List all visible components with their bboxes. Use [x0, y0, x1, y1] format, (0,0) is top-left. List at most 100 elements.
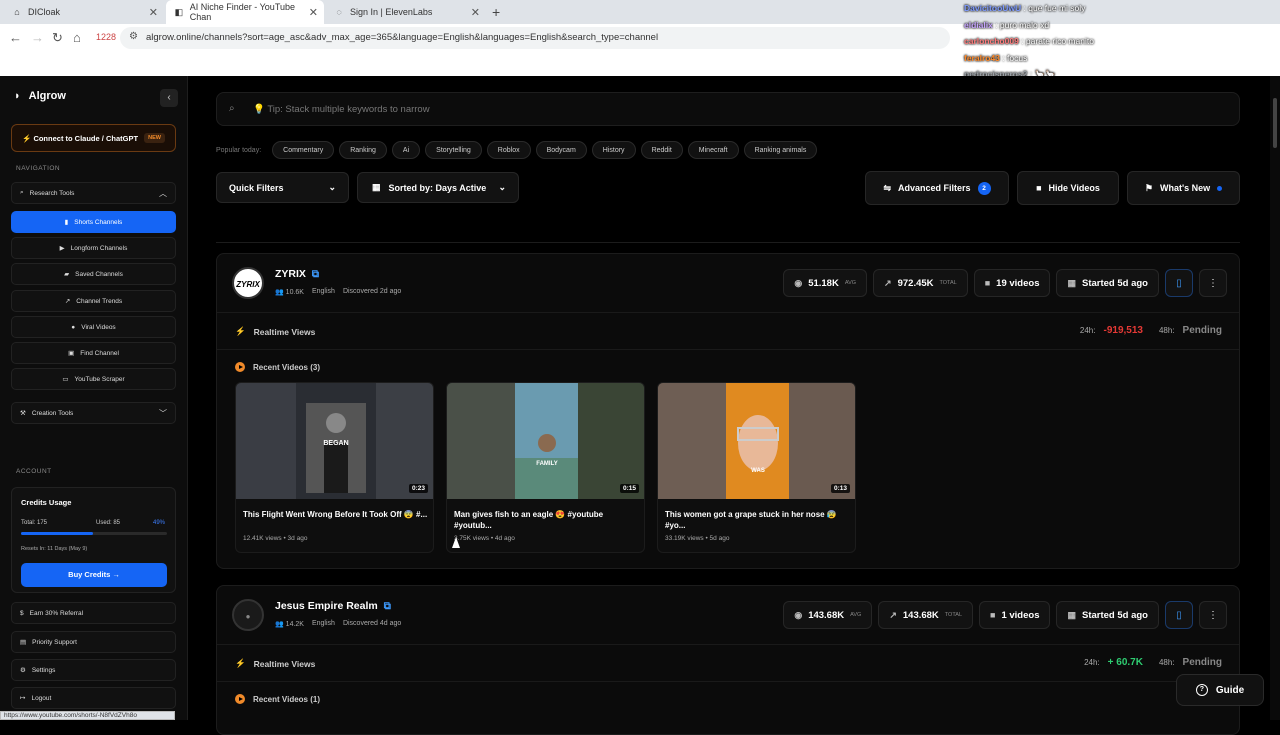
brand-logo[interactable]: ◗ Algrow — [14, 90, 66, 102]
popular-tags: Popular today: Commentary Ranking Ai Storyt… — [216, 141, 818, 159]
video-meta: 12.41K views • 3d ago — [243, 535, 308, 542]
plug-icon: ⚡ — [22, 134, 32, 143]
external-link-icon[interactable]: ⧉ — [384, 601, 391, 612]
credits-used: Used: 85 — [96, 520, 121, 526]
logout-button[interactable]: ↦ Logout — [11, 687, 176, 709]
tab-ai-niche-finder[interactable]: ◧ AI Niche Finder - YouTube Chan ✕ — [166, 0, 324, 24]
video-card[interactable]: WAS 0:13 This women got a grape stuck in… — [657, 382, 856, 553]
quick-filters-dropdown[interactable]: Quick Filters ⌄ — [216, 172, 349, 203]
external-link-icon[interactable]: ⧉ — [312, 269, 319, 280]
popular-tag-chip[interactable]: Ranking — [339, 141, 387, 159]
chat-user: carloncho009 — [964, 36, 1019, 46]
sidebar-item-label: Saved Channels — [75, 270, 123, 278]
logout-icon: ↦ — [20, 695, 26, 702]
recent-videos-header: Recent Videos (1) — [235, 694, 320, 704]
chat-message: eldialix : puro malo xd — [960, 17, 1280, 34]
channel-avatar[interactable]: ● — [232, 599, 264, 631]
total-label: TOTAL — [939, 280, 957, 286]
avg-views-stat: ◉ 51.18K AVG — [783, 269, 868, 297]
close-icon[interactable]: ✕ — [149, 6, 158, 19]
sidebar-item-shorts-channels[interactable]: ▮ Shorts Channels — [11, 211, 176, 233]
scrollbar-thumb[interactable] — [1273, 98, 1277, 148]
h48-label: 48h: — [1158, 326, 1175, 335]
h24-label: 24h: — [1079, 326, 1096, 335]
started-date: Started 5d ago — [1082, 277, 1148, 289]
sidebar-item-channel-trends[interactable]: ↗ Channel Trends — [11, 290, 176, 312]
popular-tag-chip[interactable]: Storytelling — [425, 141, 482, 159]
popular-tag-chip[interactable]: Ai — [391, 141, 421, 159]
sidebar-item-find-channel[interactable]: ▣ Find Channel — [11, 342, 176, 364]
home-icon[interactable]: ⌂ — [73, 30, 81, 45]
popular-tag-chip[interactable]: Roblox — [486, 141, 531, 159]
channel-avatar[interactable]: ZYRIX — [232, 267, 264, 299]
sort-dropdown[interactable]: ▦ Sorted by: Days Active ⌄ — [357, 172, 519, 203]
more-options-button[interactable]: ⋮ — [1199, 269, 1227, 297]
tv-icon: ▣ — [68, 350, 75, 357]
total-views: 972.45K — [897, 277, 934, 289]
sidebar-item-viral-videos[interactable]: ● Viral Videos — [11, 316, 176, 338]
popular-tag-chip[interactable]: Reddit — [640, 141, 683, 159]
discovered-date: Discovered 4d ago — [342, 620, 402, 627]
svg-text:WAS: WAS — [751, 468, 765, 474]
close-icon[interactable]: ✕ — [471, 6, 480, 19]
sidebar-item-longform-channels[interactable]: ▶ Longform Channels — [11, 237, 176, 259]
video-icon: ■ — [990, 610, 996, 620]
video-card[interactable]: FAMILY 0:15 Man gives fish to an eagle 😍… — [446, 382, 645, 553]
chat-text: : focus — [1002, 52, 1028, 63]
bookmark-button[interactable]: ▯ — [1165, 601, 1193, 629]
channel-card: ZYRIX ZYRIX ⧉ 👥 10.6K English Discovered… — [216, 253, 1240, 569]
bookmark-icon: ▯ — [1176, 609, 1182, 621]
popular-tag-chip[interactable]: Minecraft — [687, 141, 739, 159]
scrollbar[interactable] — [1270, 76, 1280, 720]
collapse-sidebar-button[interactable]: ‹ — [160, 89, 178, 107]
research-tools-toggle[interactable]: ⌕ Research Tools ︿ — [11, 182, 176, 204]
total-label: TOTAL — [944, 612, 963, 618]
tab-dicloak[interactable]: ⌂ DICloak ✕ — [4, 0, 164, 24]
credits-title: Credits Usage — [21, 498, 72, 507]
more-options-button[interactable]: ⋮ — [1199, 601, 1227, 629]
video-icon: ▶ — [59, 245, 65, 252]
advanced-filters-button[interactable]: ⇋ Advanced Filters 2 — [865, 171, 1009, 205]
flag-icon: ⚑ — [1144, 182, 1153, 193]
site-info-icon[interactable]: ⚙ — [129, 31, 138, 42]
connect-ai-button[interactable]: ⚡ Connect to Claude / ChatGPT NEW — [11, 124, 176, 152]
sidebar-item-label: YouTube Scraper — [74, 375, 125, 383]
whats-new-button[interactable]: ⚑ What's New — [1127, 171, 1240, 205]
account-label: ACCOUNT — [16, 468, 52, 475]
hide-videos-button[interactable]: ■ Hide Videos — [1017, 171, 1119, 205]
back-icon[interactable]: ← — [9, 30, 22, 45]
earn-referral-button[interactable]: $ Earn 30% Referral — [11, 602, 176, 624]
search-placeholder: Tip: Stack multiple keywords to narrow — [267, 104, 430, 115]
search-input[interactable]: ⌕ 💡 Tip: Stack multiple keywords to narr… — [216, 92, 1240, 126]
divider — [216, 242, 1240, 243]
filter-count-badge: 2 — [977, 181, 991, 195]
popular-tag-chip[interactable]: Ranking animals — [743, 141, 818, 159]
address-bar[interactable]: ⚙ algrow.online/channels?sort=age_asc&ad… — [120, 27, 950, 49]
bookmark-button[interactable]: ▯ — [1165, 269, 1193, 297]
creation-tools-toggle[interactable]: ⚒ Creation Tools ﹀ — [11, 402, 176, 424]
popular-tag-chip[interactable]: Commentary — [272, 141, 335, 159]
new-tab-icon[interactable]: + — [492, 4, 500, 20]
divider — [217, 312, 1239, 313]
buy-credits-button[interactable]: Buy Credits → — [21, 563, 167, 587]
h24-value: -919,513 — [1103, 325, 1143, 336]
subscriber-count: 10.6K — [285, 289, 304, 296]
reload-icon[interactable]: ↻ — [52, 30, 63, 46]
close-icon[interactable]: ✕ — [309, 6, 318, 19]
channel-name[interactable]: Jesus Empire Realm ⧉ — [275, 600, 391, 612]
popular-tag-chip[interactable]: Bodycam — [535, 141, 587, 159]
popular-tag-chip[interactable]: History — [591, 141, 636, 159]
forward-icon[interactable]: → — [31, 30, 44, 45]
video-card[interactable]: BEGAN 0:23 This Flight Went Wrong Before… — [235, 382, 434, 553]
realtime-views: ⚡ Realtime Views — [235, 326, 315, 337]
brand-name: Algrow — [28, 90, 66, 102]
video-duration: 0:23 — [408, 484, 428, 493]
divider — [217, 644, 1239, 645]
settings-button[interactable]: ⚙ Settings — [11, 659, 176, 681]
channel-name[interactable]: ZYRIX ⧉ — [275, 268, 319, 280]
tab-elevenlabs[interactable]: ◌ Sign In | ElevenLabs ✕ — [326, 0, 486, 24]
sidebar-item-saved-channels[interactable]: ▰ Saved Channels — [11, 263, 176, 285]
guide-button[interactable]: ? Guide — [1176, 674, 1264, 706]
priority-support-button[interactable]: ▤ Priority Support — [11, 631, 176, 653]
sidebar-item-youtube-scraper[interactable]: ▭ YouTube Scraper — [11, 368, 176, 390]
